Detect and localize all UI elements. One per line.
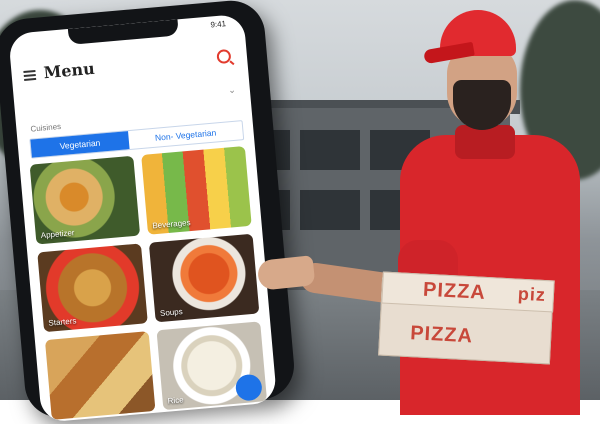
open-hand bbox=[256, 255, 316, 291]
delivery-man: PIZZA PIZZA piz bbox=[0, 0, 600, 415]
pizza-box-print-side: piz bbox=[517, 283, 547, 306]
pizza-box-print: PIZZA bbox=[422, 278, 487, 304]
pizza-box-print: PIZZA bbox=[409, 322, 474, 348]
beard bbox=[453, 80, 511, 130]
shirt-collar bbox=[455, 125, 515, 159]
